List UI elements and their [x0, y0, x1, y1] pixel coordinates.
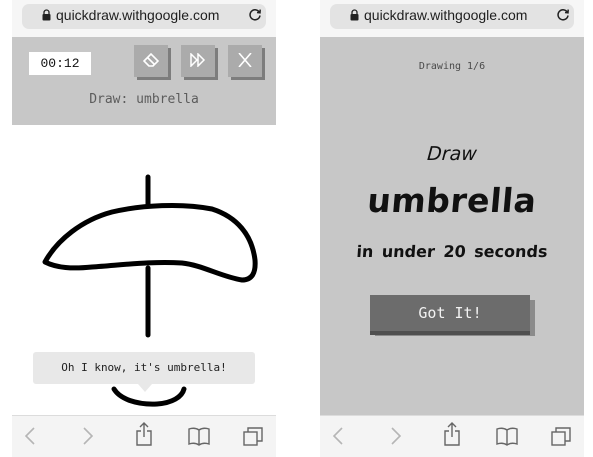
url-text: quickdraw.withgoogle.com	[364, 7, 528, 23]
skip-icon	[190, 53, 206, 67]
lock-icon	[350, 9, 359, 21]
back-icon[interactable]	[332, 426, 344, 446]
timer: 00:12	[29, 52, 91, 75]
eraser-button[interactable]	[134, 45, 168, 77]
bookmarks-icon[interactable]	[496, 426, 518, 446]
browser-toolbar	[320, 415, 584, 457]
address-area: quickdraw.withgoogle.com	[320, 0, 584, 37]
draw-prompt: Draw: umbrella	[89, 92, 199, 107]
got-it-button[interactable]: Got It!	[370, 295, 530, 335]
address-area: quickdraw.withgoogle.com	[12, 0, 276, 37]
reload-icon[interactable]	[556, 7, 570, 21]
draw-label: Draw	[426, 143, 478, 165]
eraser-icon	[143, 53, 159, 67]
skip-button[interactable]	[181, 45, 215, 77]
tabs-icon[interactable]	[243, 426, 263, 446]
target-word: umbrella	[365, 181, 539, 220]
phone-left-screen: quickdraw.withgoogle.com 00:12 Draw: umb…	[12, 0, 276, 457]
bubble-tail	[138, 384, 152, 392]
forward-icon[interactable]	[390, 426, 402, 446]
forward-icon[interactable]	[82, 426, 94, 446]
guess-bubble: Oh I know, it's umbrella!	[33, 352, 255, 384]
share-icon[interactable]	[135, 422, 153, 446]
drawing-count: Drawing 1/6	[418, 61, 486, 72]
tabs-icon[interactable]	[551, 426, 571, 446]
share-icon[interactable]	[443, 422, 461, 446]
url-text: quickdraw.withgoogle.com	[56, 7, 220, 23]
back-icon[interactable]	[24, 426, 36, 446]
reload-icon[interactable]	[248, 7, 262, 21]
lock-icon	[42, 9, 51, 21]
close-button[interactable]	[228, 45, 262, 77]
drawing-canvas[interactable]: Oh I know, it's umbrella!	[12, 125, 276, 415]
time-limit-text: in under 20 seconds	[355, 242, 549, 261]
game-header: 00:12 Draw: umbrella	[12, 37, 276, 125]
bookmarks-icon[interactable]	[188, 426, 210, 446]
close-icon	[238, 53, 252, 67]
challenge-card: Drawing 1/6 Draw umbrella in under 20 se…	[320, 37, 584, 415]
phone-right-screen: quickdraw.withgoogle.com Drawing 1/6 Dra…	[320, 0, 584, 457]
browser-toolbar	[12, 415, 276, 457]
